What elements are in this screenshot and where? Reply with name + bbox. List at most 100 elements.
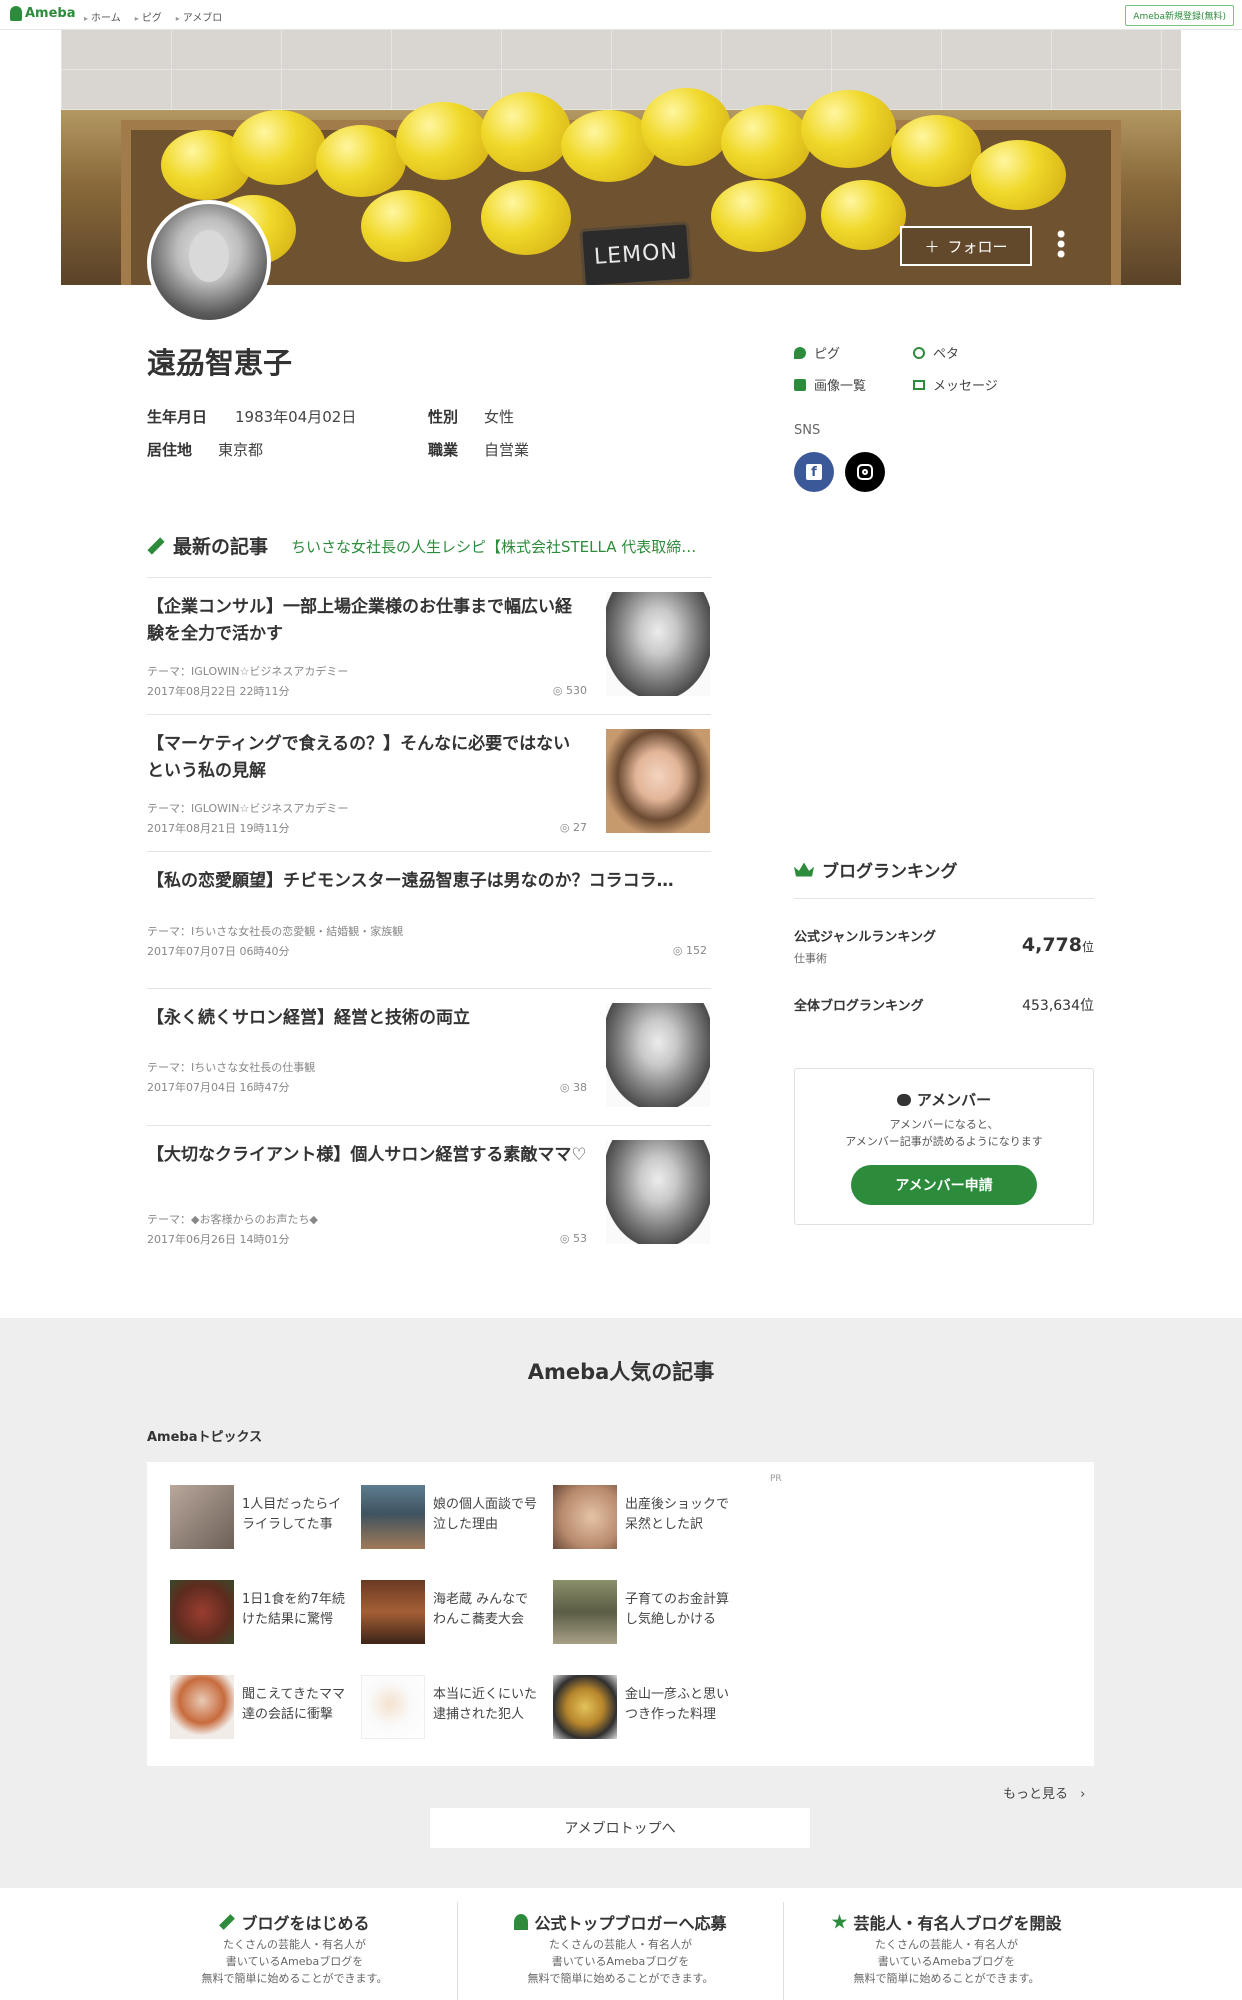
- article-theme[interactable]: テーマ：Ⅰちいさな女社長の恋愛観・結婚観・家族観: [147, 923, 403, 939]
- article-theme[interactable]: テーマ：ⅠGLOWIN☆ビジネスアカデミー: [147, 800, 348, 816]
- peta-label: ペタ: [933, 347, 960, 362]
- crumb-home[interactable]: ホーム: [84, 9, 121, 24]
- genre-ranking-label[interactable]: 公式ジャンルランキング: [794, 926, 936, 945]
- topic-image: [361, 1580, 425, 1644]
- article-theme[interactable]: テーマ：ⅠGLOWIN☆ビジネスアカデミー: [147, 663, 348, 679]
- article-title[interactable]: 【永く続くサロン経営】経営と技術の両立: [147, 1005, 587, 1032]
- avatar[interactable]: [147, 200, 271, 324]
- article-theme[interactable]: テーマ：◆お客様からのお声たち◆: [147, 1211, 318, 1227]
- article-date: 2017年07月04日 16時47分: [147, 1081, 290, 1094]
- lemon: [891, 115, 981, 187]
- gender-label: 性別: [428, 408, 459, 426]
- article-views: ◎ 27: [559, 821, 587, 834]
- topic-item[interactable]: 1日1食を約7年続 けた結果に驚愕: [170, 1580, 360, 1644]
- images-link[interactable]: 画像一覧: [794, 375, 866, 394]
- topic-item[interactable]: 海老蔵 みんなで わんこ蕎麦大会: [361, 1580, 551, 1644]
- lemon: [821, 180, 906, 250]
- article-thumbnail[interactable]: [606, 1003, 710, 1107]
- topic-item[interactable]: 聞こえてきたママ 達の会話に衝撃: [170, 1675, 360, 1739]
- blog-title-link[interactable]: ちいさな女社長の人生レシピ【株式会社STELLA 代表取締役 遠刕智恵子】: [291, 536, 711, 557]
- article-theme[interactable]: テーマ：Ⅰちいさな女社長の仕事観: [147, 1059, 315, 1075]
- job-label: 職業: [428, 441, 459, 459]
- topic-image: [170, 1485, 234, 1549]
- birthday-value: 1983年04月02日: [235, 408, 357, 426]
- topic-text: 子育てのお金計算 し気絶しかける: [625, 1592, 730, 1627]
- badge-icon: [514, 1914, 529, 1930]
- crumb-ameblo[interactable]: アメブロ: [176, 9, 223, 24]
- facebook-button[interactable]: f: [794, 452, 834, 492]
- pencil-icon: [219, 1914, 236, 1930]
- topic-image: [553, 1580, 617, 1644]
- peta-link[interactable]: ペタ: [913, 343, 959, 362]
- peta-icon: [913, 346, 925, 359]
- article-item[interactable]: 【私の恋愛願望】チビモンスター遠刕智恵子は男なのか？コラコラ… テーマ：Ⅰちいさ…: [147, 851, 711, 988]
- profile-name: 遠刕智恵子: [147, 346, 293, 380]
- ranking-title: ブログランキング: [794, 857, 958, 882]
- article-thumbnail[interactable]: [606, 729, 710, 833]
- ameba-logo[interactable]: Ameba: [10, 6, 76, 21]
- follow-button[interactable]: ＋ フォロー: [900, 226, 1032, 266]
- more-link[interactable]: もっと見る ›: [1003, 1783, 1085, 1802]
- residence-label: 居住地: [147, 441, 193, 459]
- logo-text: Ameba: [25, 6, 76, 21]
- latest-articles-title: 最新の記事: [147, 532, 268, 559]
- promo-top-blogger[interactable]: 公式トップブロガーへ応募 たくさんの芸能人・有名人が 書いているAmebaブログを…: [458, 1910, 783, 2000]
- article-views: ◎ 530: [552, 684, 587, 697]
- crown-icon: [794, 862, 814, 877]
- popular-title: Ameba人気の記事: [527, 1360, 715, 1384]
- lemon: [801, 90, 896, 168]
- top-bar: Ameba ホーム ピグ アメブロ Ameba新規登録(無料): [0, 0, 1242, 30]
- promo-celebrity-blog[interactable]: 芸能人・有名人ブログを開設 たくさんの芸能人・有名人が 書いているAmebaブログ…: [784, 1910, 1109, 2000]
- job-value: 自営業: [484, 441, 530, 459]
- signup-button[interactable]: Ameba新規登録(無料): [1125, 5, 1234, 26]
- article-item[interactable]: 【大切なクライアント様】個人サロン経営する素敵ママ♡ テーマ：◆お客様からのお声…: [147, 1125, 711, 1262]
- topic-item[interactable]: 娘の個人面談で号 泣した理由: [361, 1485, 551, 1549]
- topic-item[interactable]: 金山一彦ふと思い つき作った料理: [553, 1675, 743, 1739]
- avatar-image: [151, 204, 267, 320]
- ameblo-top-button[interactable]: アメブロトップへ: [430, 1808, 810, 1848]
- promo-title: 公式トップブロガーへ応募: [534, 1914, 727, 1933]
- article-title[interactable]: 【大切なクライアント様】個人サロン経営する素敵ママ♡: [147, 1142, 587, 1169]
- topic-item[interactable]: 子育てのお金計算 し気絶しかける: [553, 1580, 743, 1644]
- article-views: ◎ 53: [559, 1232, 587, 1245]
- topic-item[interactable]: 本当に近くにいた 逮捕された犯人: [361, 1675, 551, 1739]
- instagram-icon: [857, 464, 873, 480]
- lemon: [721, 105, 811, 179]
- amember-description: アメンバーになると、 アメンバー記事が読めるようになります: [845, 1118, 1043, 1148]
- article-item[interactable]: 【永く続くサロン経営】経営と技術の両立 テーマ：Ⅰちいさな女社長の仕事観 201…: [147, 988, 711, 1125]
- lemon: [481, 92, 571, 172]
- overall-ranking-label[interactable]: 全体ブログランキング: [794, 995, 924, 1014]
- article-thumbnail[interactable]: [606, 592, 710, 696]
- topic-item[interactable]: 1人目だったらイ ライラしてた事: [170, 1485, 360, 1549]
- message-link[interactable]: メッセージ: [913, 375, 998, 394]
- tile-wall: [61, 30, 1181, 110]
- topic-item[interactable]: 出産後ショックで 呆然とした訳: [553, 1485, 743, 1549]
- pig-link[interactable]: ピグ: [794, 343, 840, 362]
- crumb-pig[interactable]: ピグ: [135, 9, 162, 24]
- genre-rank: 4,778位: [1021, 934, 1094, 956]
- promo-description: たくさんの芸能人・有名人が 書いているAmebaブログを 無料で簡単に始めることがで…: [201, 1938, 388, 1985]
- article-views: ◎ 38: [559, 1081, 587, 1094]
- article-title[interactable]: 【企業コンサル】一部上場企業様のお仕事まで幅広い経験を全力で活かす: [147, 594, 587, 648]
- promo-title: ブログをはじめる: [241, 1914, 370, 1933]
- pig-icon: [794, 346, 806, 359]
- amember-request-button[interactable]: アメンバー申請: [851, 1165, 1037, 1205]
- topic-image: [361, 1485, 425, 1549]
- gender-value: 女性: [484, 408, 515, 426]
- images-label: 画像一覧: [814, 379, 867, 394]
- instagram-button[interactable]: [845, 452, 885, 492]
- topic-text: 1人目だったらイ ライラしてた事: [242, 1497, 342, 1532]
- article-item[interactable]: 【企業コンサル】一部上場企業様のお仕事まで幅広い経験を全力で活かす テーマ：ⅠG…: [147, 577, 711, 714]
- promo-description: たくさんの芸能人・有名人が 書いているAmebaブログを 無料で簡単に始めることがで…: [527, 1938, 714, 1985]
- more-menu-icon[interactable]: • • •: [1054, 223, 1068, 267]
- article-item[interactable]: 【マーケティングで食えるの？】そんなに必要ではないという私の見解 テーマ：ⅠGL…: [147, 714, 711, 851]
- message-label: メッセージ: [933, 379, 998, 394]
- article-title[interactable]: 【私の恋愛願望】チビモンスター遠刕智恵子は男なのか？コラコラ…: [147, 868, 707, 895]
- promo-title: 芸能人・有名人ブログを開設: [853, 1914, 1062, 1933]
- promo-start-blog[interactable]: ブログをはじめる たくさんの芸能人・有名人が 書いているAmebaブログを 無料で簡…: [132, 1910, 457, 2000]
- topic-text: 海老蔵 みんなで わんこ蕎麦大会: [433, 1592, 529, 1627]
- article-title[interactable]: 【マーケティングで食えるの？】そんなに必要ではないという私の見解: [147, 731, 587, 785]
- article-thumbnail[interactable]: [606, 1140, 710, 1244]
- topic-text: 出産後ショックで 呆然とした訳: [625, 1497, 730, 1532]
- genre-name[interactable]: 仕事術: [794, 950, 827, 966]
